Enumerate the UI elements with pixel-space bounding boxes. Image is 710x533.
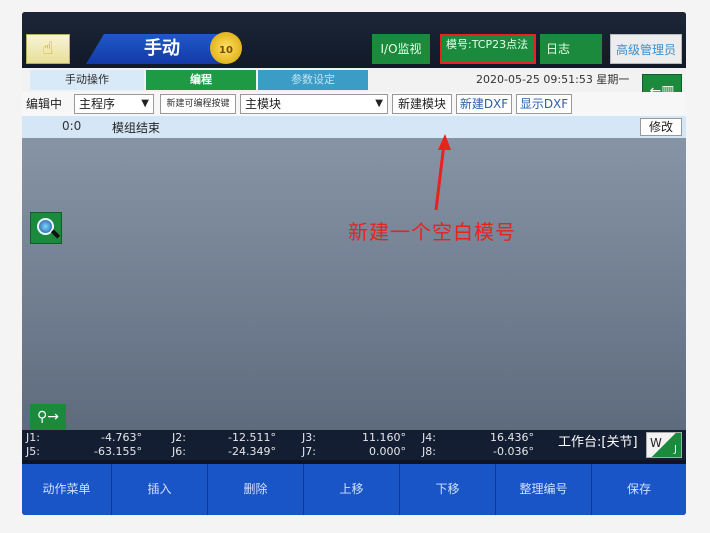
model-number-button[interactable]: 模号:TCP23点法 [440, 34, 536, 64]
program-editor-area[interactable]: 新建一个空白模号 ⚲→ [22, 134, 686, 430]
joint-label: J8: [422, 445, 436, 458]
editing-label: 编辑中 [26, 97, 63, 111]
annotation-text: 新建一个空白模号 [348, 220, 516, 244]
new-module-button[interactable]: 新建模块 [392, 94, 452, 114]
header-bar: ☝ 手动 10 I/O监视 模号:TCP23点法 日志 高级管理员 [22, 12, 686, 68]
annotation-arrow [434, 134, 451, 211]
joint-value: 16.436° [490, 431, 534, 444]
chevron-down-icon: ▼ [141, 98, 149, 109]
coord-w-label: W [650, 436, 662, 450]
joint-value: -0.036° [493, 445, 534, 458]
program-row[interactable]: 0:0 模组结束 修改 [22, 116, 686, 138]
joint-value: 0.000° [369, 445, 406, 458]
joint-label: J7: [302, 445, 316, 458]
edit-button[interactable]: 修改 [640, 118, 682, 136]
chevron-down-icon: ▼ [375, 98, 383, 109]
bottom-menu: 动作菜单 插入 删除 上移 下移 整理编号 保存 [22, 464, 686, 515]
show-dxf-button[interactable]: 显示DXF [516, 94, 572, 114]
log-button[interactable]: 日志 [540, 34, 602, 64]
joint-label: J2: [172, 431, 186, 444]
joint-readout: J1: -4.763° J2: -12.511° J3: 11.160° J4:… [22, 430, 686, 460]
joint-value: -63.155° [94, 445, 142, 458]
joint-label: J4: [422, 431, 436, 444]
joint-value: -12.511° [228, 431, 276, 444]
save-button[interactable]: 保存 [592, 464, 686, 515]
joint-value: -24.349° [228, 445, 276, 458]
module-select-value: 主模块 [245, 97, 282, 111]
new-editable-key-button[interactable]: 新建可编程按键 [160, 94, 236, 114]
tab-programming[interactable]: 编程 [146, 70, 256, 90]
line-number: 0:0 [62, 119, 82, 133]
magnifier-handle [50, 229, 61, 239]
tab-manual-operation[interactable]: 手动操作 [30, 70, 144, 90]
joint-label: J5: [26, 445, 40, 458]
joint-label: J3: [302, 431, 316, 444]
program-command: 模组结束 [112, 121, 161, 135]
location-icon[interactable]: ⚲→ [30, 404, 66, 430]
robot-controller-screen: ☝ 手动 10 I/O监视 模号:TCP23点法 日志 高级管理员 手动操作 编… [22, 12, 686, 515]
action-menu-button[interactable]: 动作菜单 [22, 464, 112, 515]
zoom-button[interactable] [30, 212, 62, 244]
tab-parameter-settings[interactable]: 参数设定 [258, 70, 368, 90]
coord-j-label: J [674, 444, 677, 455]
move-up-button[interactable]: 上移 [304, 464, 400, 515]
joint-label: J6: [172, 445, 186, 458]
delete-button[interactable]: 删除 [208, 464, 304, 515]
new-dxf-button[interactable]: 新建DXF [456, 94, 512, 114]
program-select-value: 主程序 [79, 97, 116, 111]
joint-value: -4.763° [101, 431, 142, 444]
joint-value: 11.160° [362, 431, 406, 444]
admin-button[interactable]: 高级管理员 [610, 34, 682, 64]
toolbar: 编辑中 主程序 ▼ 新建可编程按键 主模块 ▼ 新建模块 新建DXF 显示DXF [22, 92, 686, 116]
program-select[interactable]: 主程序 ▼ [74, 94, 154, 114]
datetime: 2020-05-25 09:51:53 星期一 [476, 73, 630, 86]
mode-label: 手动 [86, 34, 226, 64]
renumber-button[interactable]: 整理编号 [496, 464, 592, 515]
speed-indicator[interactable]: 10 [210, 32, 242, 64]
module-select[interactable]: 主模块 ▼ [240, 94, 388, 114]
insert-button[interactable]: 插入 [112, 464, 208, 515]
hand-icon[interactable]: ☝ [26, 34, 70, 64]
tab-bar: 手动操作 编程 参数设定 2020-05-25 09:51:53 星期一 [22, 68, 686, 92]
move-down-button[interactable]: 下移 [400, 464, 496, 515]
joint-label: J1: [26, 431, 40, 444]
coordinate-toggle[interactable]: W J [646, 432, 682, 458]
workstation-label: 工作台:[关节] [558, 435, 638, 450]
io-monitor-button[interactable]: I/O监视 [372, 34, 430, 64]
